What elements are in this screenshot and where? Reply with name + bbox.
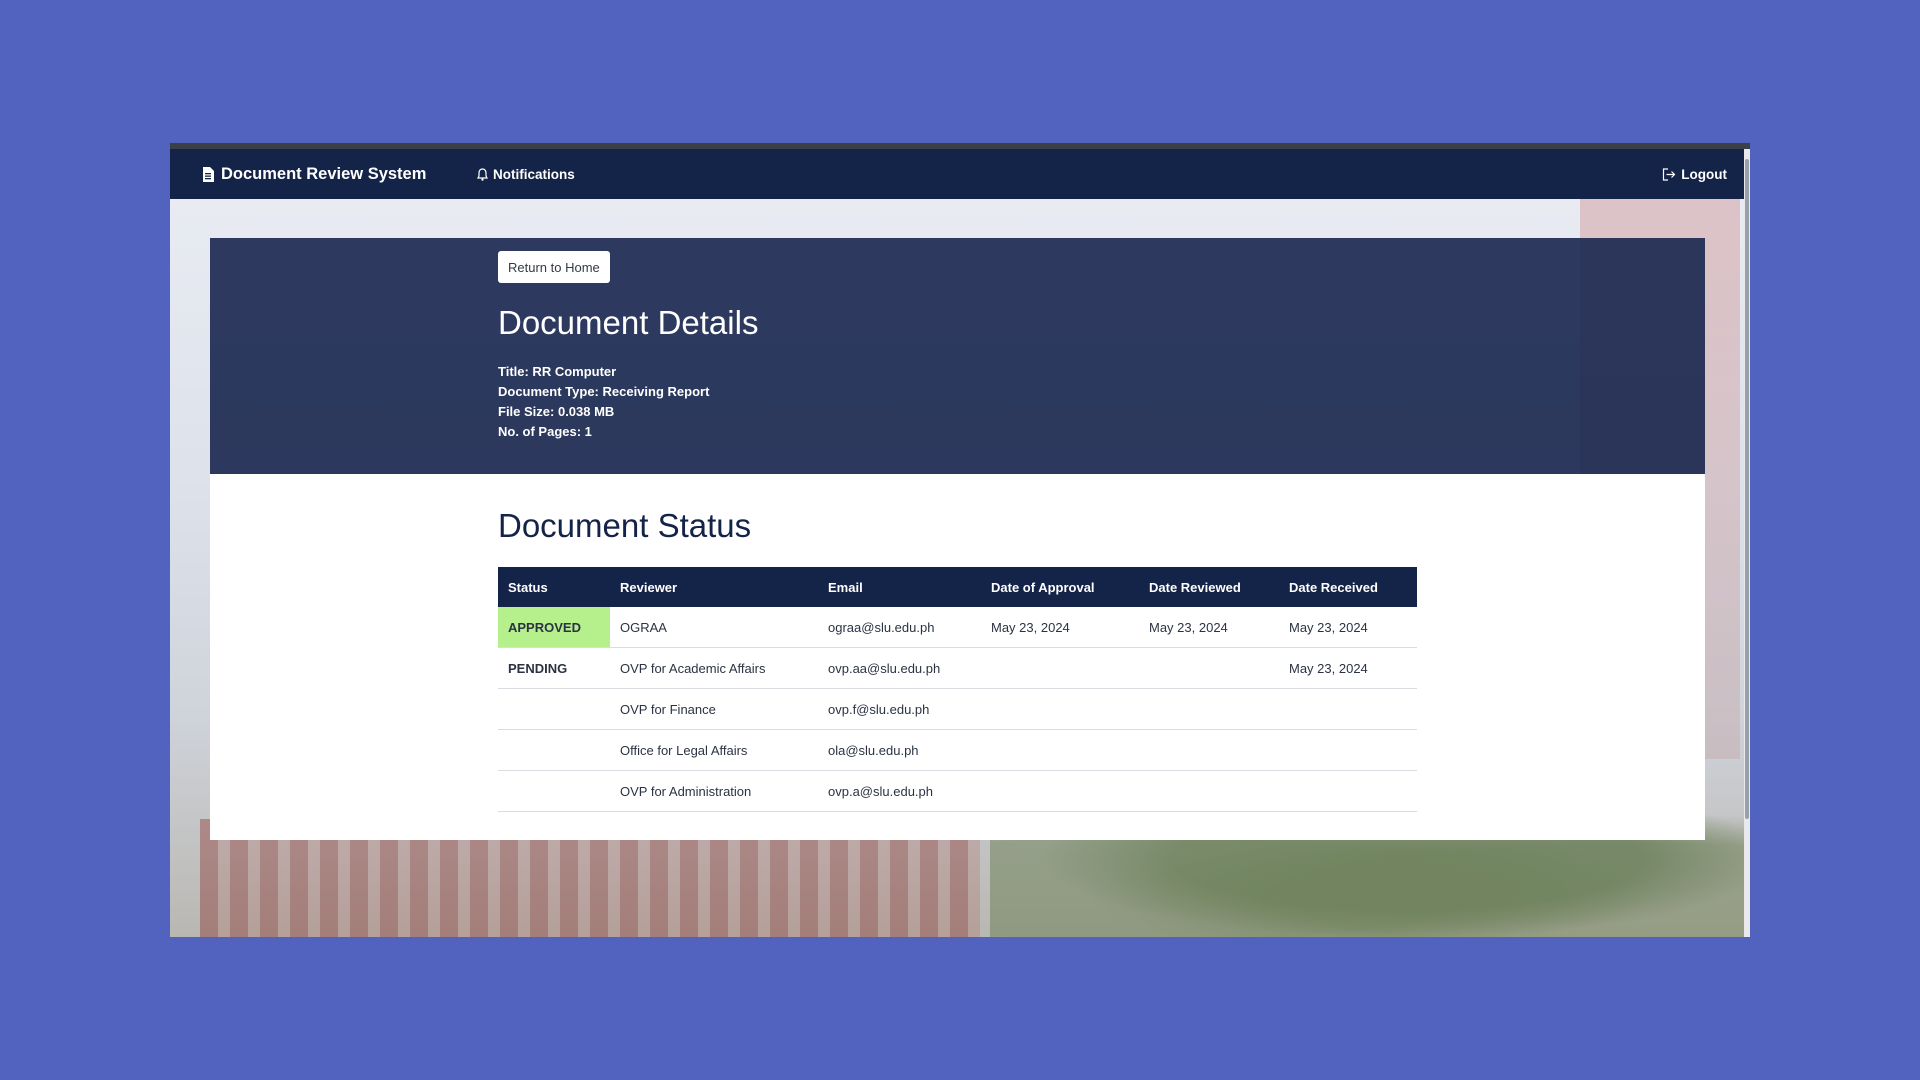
notifications-link[interactable]: Notifications bbox=[477, 149, 575, 199]
page-title: Document Details bbox=[498, 304, 759, 341]
status-table: Status Reviewer Email Date of Approval D… bbox=[498, 567, 1417, 812]
table-header-row: Status Reviewer Email Date of Approval D… bbox=[498, 567, 1417, 607]
status-badge bbox=[498, 770, 610, 812]
column-header-status: Status bbox=[498, 567, 610, 607]
status-badge: APPROVED bbox=[498, 607, 610, 648]
status-badge: PENDING bbox=[498, 647, 610, 689]
document-icon bbox=[202, 166, 214, 182]
reviewed-date-cell: May 23, 2024 bbox=[1139, 607, 1279, 648]
column-header-date-reviewed: Date Reviewed bbox=[1139, 567, 1279, 607]
approval-date-cell bbox=[981, 688, 1139, 730]
column-header-date-of-approval: Date of Approval bbox=[981, 567, 1139, 607]
logout-icon bbox=[1662, 167, 1676, 181]
reviewer-cell: OGRAA bbox=[610, 607, 818, 648]
received-date-cell bbox=[1279, 729, 1417, 771]
scrollbar-thumb[interactable] bbox=[1745, 159, 1749, 819]
file-size: File Size: 0.038 MB bbox=[498, 404, 615, 419]
document-type: Document Type: Receiving Report bbox=[498, 384, 710, 399]
reviewed-date-cell bbox=[1139, 729, 1279, 771]
brand-link[interactable]: Document Review System bbox=[202, 149, 426, 199]
document-title: Title: RR Computer bbox=[498, 364, 617, 379]
reviewer-cell: OVP for Academic Affairs bbox=[610, 647, 818, 689]
notifications-label: Notifications bbox=[493, 166, 575, 182]
return-home-button[interactable]: Return to Home bbox=[498, 251, 610, 283]
page-count: No. of Pages: 1 bbox=[498, 424, 592, 439]
table-row: APPROVED OGRAA ograa@slu.edu.ph May 23, … bbox=[498, 607, 1417, 648]
approval-date-cell: May 23, 2024 bbox=[981, 607, 1139, 648]
email-cell: ograa@slu.edu.ph bbox=[818, 607, 981, 648]
reviewed-date-cell bbox=[1139, 688, 1279, 730]
email-cell: ovp.aa@slu.edu.ph bbox=[818, 647, 981, 689]
reviewed-date-cell bbox=[1139, 647, 1279, 689]
reviewer-cell: OVP for Finance bbox=[610, 688, 818, 730]
table-row: OVP for Finance ovp.f@slu.edu.ph bbox=[498, 688, 1417, 730]
navbar: Document Review System Notifications Log… bbox=[170, 149, 1744, 199]
document-meta: Title: RR Computer Document Type: Receiv… bbox=[498, 362, 709, 442]
received-date-cell: May 23, 2024 bbox=[1279, 607, 1417, 648]
status-badge bbox=[498, 688, 610, 730]
document-status-section: Document Status Status Reviewer Email Da… bbox=[210, 474, 1705, 840]
logout-label: Logout bbox=[1681, 166, 1727, 182]
document-details-section: Return to Home Document Details Title: R… bbox=[210, 238, 1705, 474]
bell-icon bbox=[477, 167, 488, 181]
scrollbar[interactable] bbox=[1744, 149, 1750, 937]
browser-window: Document Review System Notifications Log… bbox=[170, 143, 1750, 937]
column-header-email: Email bbox=[818, 567, 981, 607]
received-date-cell bbox=[1279, 770, 1417, 812]
email-cell: ola@slu.edu.ph bbox=[818, 729, 981, 771]
table-row: Office for Legal Affairs ola@slu.edu.ph bbox=[498, 729, 1417, 771]
approval-date-cell bbox=[981, 729, 1139, 771]
table-row: PENDING OVP for Academic Affairs ovp.aa@… bbox=[498, 647, 1417, 689]
brand-label: Document Review System bbox=[221, 164, 427, 183]
status-title: Document Status bbox=[498, 507, 752, 544]
received-date-cell bbox=[1279, 688, 1417, 730]
reviewer-cell: Office for Legal Affairs bbox=[610, 729, 818, 771]
approval-date-cell bbox=[981, 770, 1139, 812]
column-header-date-received: Date Received bbox=[1279, 567, 1417, 607]
logout-link[interactable]: Logout bbox=[1662, 149, 1727, 199]
email-cell: ovp.a@slu.edu.ph bbox=[818, 770, 981, 812]
column-header-reviewer: Reviewer bbox=[610, 567, 818, 607]
table-row: OVP for Administration ovp.a@slu.edu.ph bbox=[498, 770, 1417, 812]
email-cell: ovp.f@slu.edu.ph bbox=[818, 688, 981, 730]
status-badge bbox=[498, 729, 610, 771]
approval-date-cell bbox=[981, 647, 1139, 689]
reviewed-date-cell bbox=[1139, 770, 1279, 812]
reviewer-cell: OVP for Administration bbox=[610, 770, 818, 812]
received-date-cell: May 23, 2024 bbox=[1279, 647, 1417, 689]
